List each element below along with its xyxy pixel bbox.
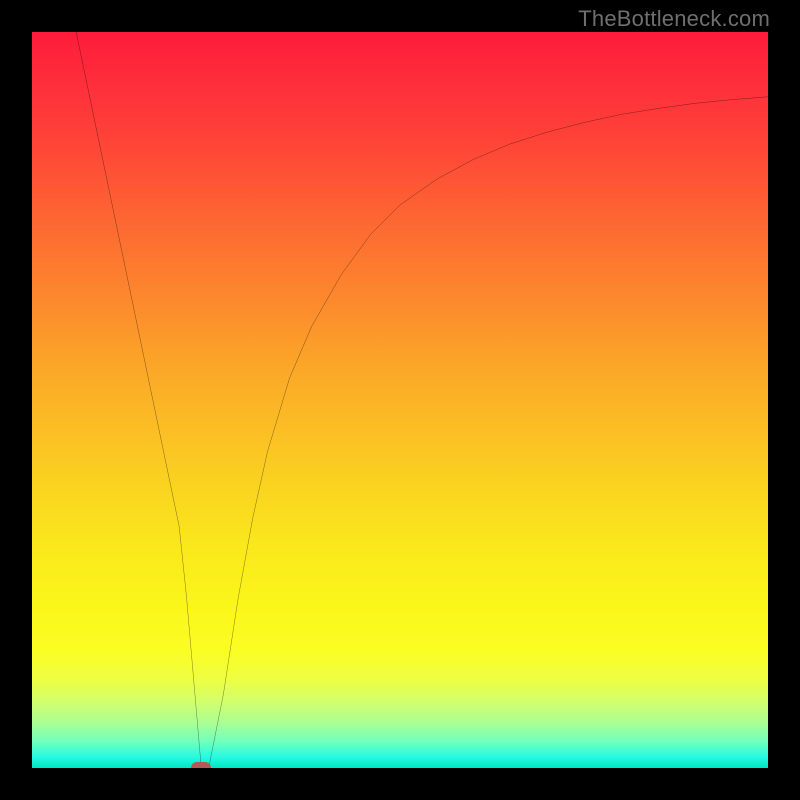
watermark-text: TheBottleneck.com: [578, 6, 770, 32]
curve-svg: [32, 32, 768, 768]
bottleneck-curve: [76, 32, 768, 768]
optimal-marker: [191, 762, 211, 768]
chart-stage: TheBottleneck.com: [0, 0, 800, 800]
plot-area: [32, 32, 768, 768]
